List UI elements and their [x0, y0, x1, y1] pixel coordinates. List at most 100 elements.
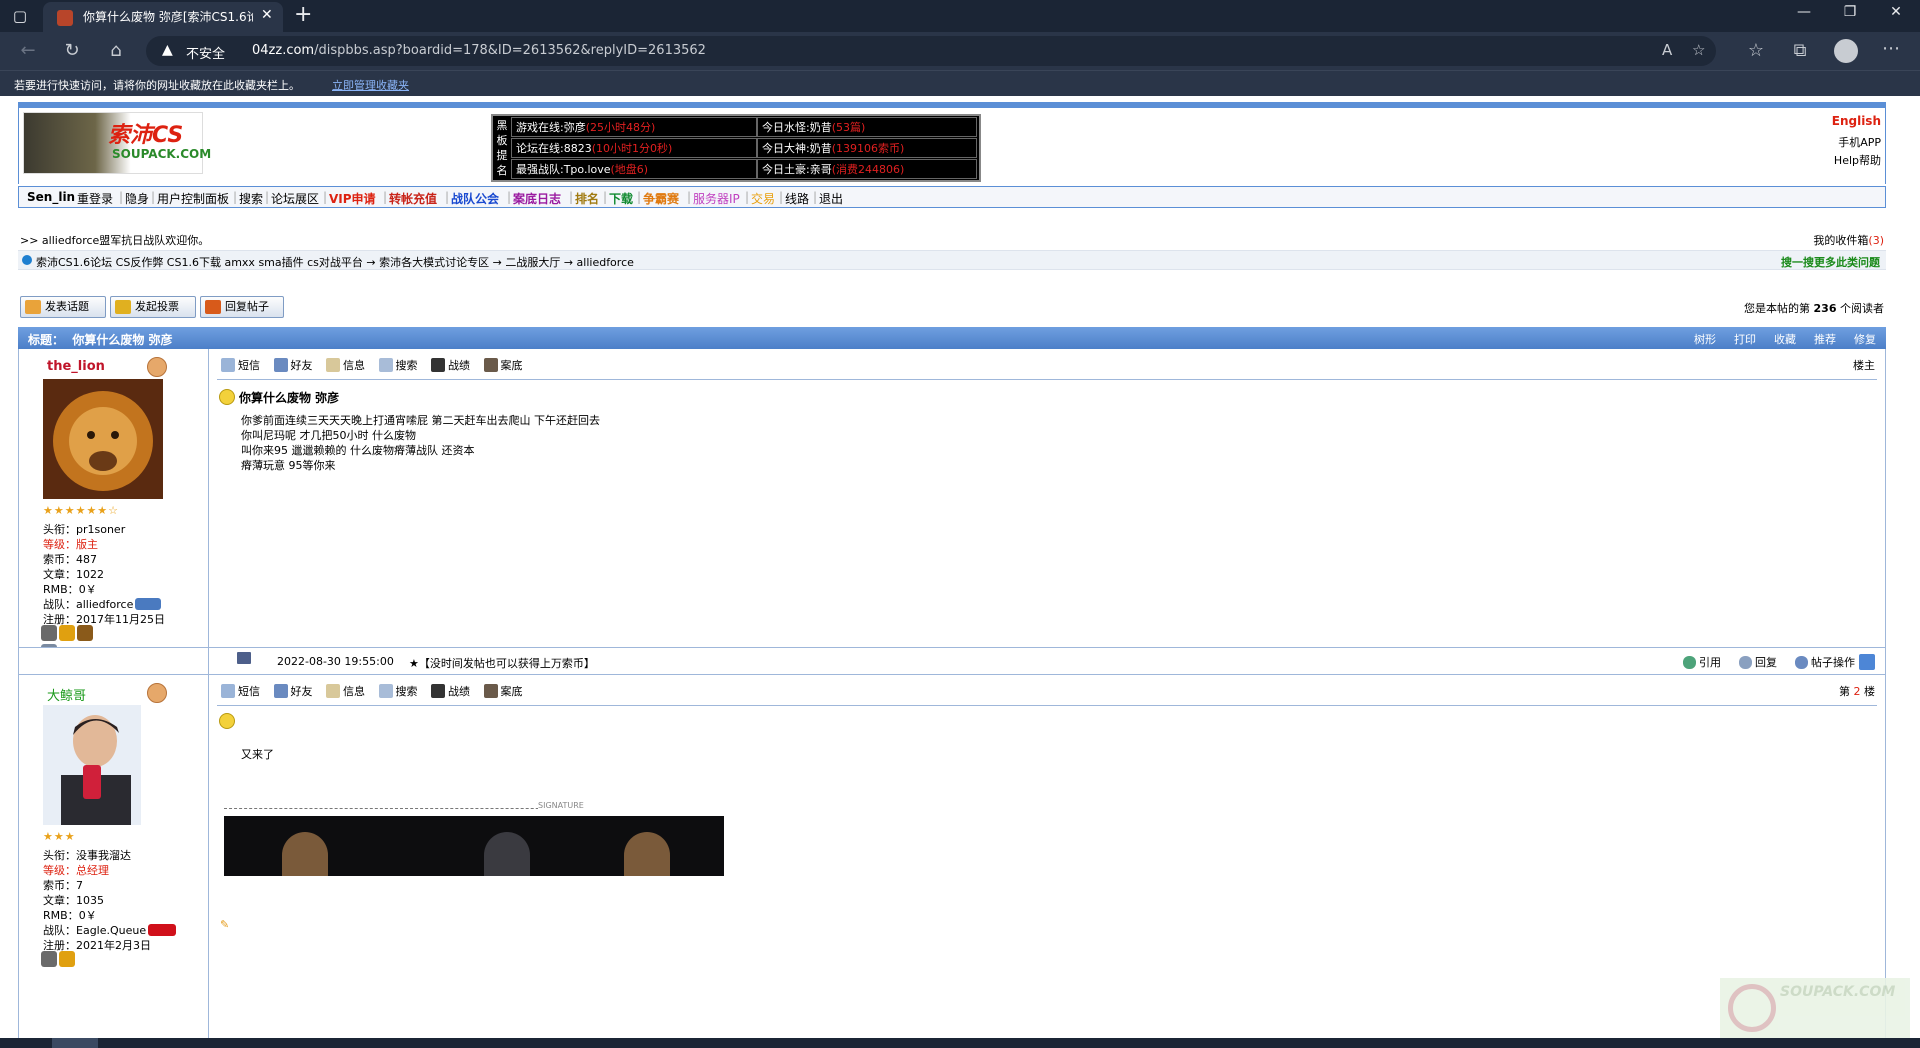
print-link[interactable]: 打印 [1734, 333, 1756, 346]
refresh-icon[interactable]: ↻ [60, 40, 84, 62]
url-text[interactable]: 04zz.com/dispbbs.asp?boardid=178&ID=2613… [252, 43, 706, 58]
post-2-post-count: 文章：1035 [43, 894, 104, 907]
tab-actions-icon[interactable]: ▢ [8, 6, 32, 26]
more-menu-icon[interactable]: ⋯ [1882, 38, 1900, 59]
post-2-medals [41, 951, 111, 979]
signature-figure [624, 832, 670, 876]
breadcrumb-arrow-icon [22, 255, 32, 265]
site-favicon-icon [57, 10, 73, 26]
taskbar-item[interactable] [52, 1038, 98, 1048]
signature-figure [484, 832, 530, 876]
medal-icon[interactable] [41, 951, 57, 967]
manage-favorites-link[interactable]: 立即管理收藏夹 [332, 77, 409, 93]
new-topic-button[interactable]: 发表话题 [20, 296, 106, 318]
post-actions-button[interactable]: 帖子操作 [1795, 654, 1855, 670]
quote-button[interactable]: 引用 [1683, 654, 1721, 670]
site-logo[interactable]: 索沛CS SOUPACK.COM [23, 112, 211, 174]
quote-icon [1683, 656, 1696, 669]
minimize-icon[interactable]: — [1794, 4, 1814, 20]
post-1-avatar[interactable] [43, 379, 163, 499]
menu-hide[interactable]: 隐身 [125, 190, 149, 207]
post-1-coins: 索币：487 [43, 553, 97, 566]
address-bar[interactable]: ▲ 不安全 04zz.com/dispbbs.asp?boardid=178&I… [146, 36, 1716, 66]
restore-icon[interactable]: ❐ [1840, 4, 1860, 20]
post-2-avatar[interactable] [43, 705, 163, 825]
english-link[interactable]: English [1832, 114, 1881, 128]
post-1-level: 等级：版主 [43, 538, 98, 551]
reply-button[interactable]: 回复 [1739, 654, 1777, 670]
menu-separator: | [151, 190, 156, 204]
signature-divider [224, 808, 584, 809]
menu-separator: | [119, 190, 124, 204]
tree-view-link[interactable]: 树形 [1694, 333, 1716, 346]
menu-relogin[interactable]: 重登录 [77, 190, 113, 207]
help-link[interactable]: Help帮助 [1834, 152, 1881, 168]
post-1-username[interactable]: the_lion [47, 359, 105, 374]
team-flag-icon [148, 924, 177, 936]
back-to-top-icon[interactable] [1859, 654, 1875, 670]
post-2-level: 等级：总经理 [43, 864, 109, 877]
favbar-message: 若要进行快速访问，请将你的网址收藏放在此收藏夹栏上。 [14, 79, 300, 92]
taskbar-strip [0, 1038, 1920, 1048]
security-label[interactable]: 不安全 [186, 43, 225, 62]
collections-icon[interactable]: ⧉ [1788, 40, 1812, 62]
watermark-logo-icon [1728, 984, 1776, 1032]
favorites-icon[interactable]: ☆ [1744, 40, 1768, 62]
medal-icon[interactable] [59, 625, 75, 641]
topic-title: 标题： 你算什么废物 弥彦 [28, 333, 173, 347]
post-1-author-panel: the_lion ★★★★★★☆ 头衔：pr1soner 等级：版主 索币：48… [19, 349, 209, 660]
inbox-link[interactable]: 我的收件箱(3) [1813, 232, 1884, 248]
post-1-footer-left [19, 648, 209, 674]
new-topic-icon [25, 300, 41, 314]
close-window-icon[interactable]: ✕ [1886, 4, 1906, 20]
signature-figure [282, 832, 328, 876]
browser-tab-bar: ▢ 你算什么废物 弥彦[索沛CS1.6论坛] ✕ + — ❐ ✕ [0, 0, 1920, 32]
post-2-signature: ✎ SIGNATURE [208, 96, 828, 1038]
medal-icon[interactable] [77, 625, 93, 641]
post-2-coins: 索币：7 [43, 879, 83, 892]
reader-count: 您是本帖的第 236 个阅读者 [1744, 302, 1884, 315]
post-2-author-panel: 大鲸哥 ★★★ 头衔：没事我溜达 等级：总经理 索币：7 文章：1035 RMB… [19, 675, 209, 1038]
post-2-floor: 第 2 楼 [1839, 685, 1875, 698]
forum-page: 索沛CS SOUPACK.COM 黑板提名 游戏在线:弥彦(25小时48分) 今… [0, 96, 1920, 1038]
post-1-post-count: 文章：1022 [43, 568, 104, 581]
medal-icon[interactable] [59, 951, 75, 967]
post-1-rank-stars: ★★★★★★☆ [43, 504, 120, 517]
search-similar-link[interactable]: 搜一搜更多此类问题 [1781, 254, 1880, 270]
mobile-app-link[interactable]: 手机APP [1838, 134, 1881, 150]
menu-username[interactable]: Sen_lin [27, 190, 75, 204]
signature-image [224, 816, 724, 876]
browser-nav-bar: ← ↻ ⌂ ▲ 不安全 04zz.com/dispbbs.asp?boardid… [0, 32, 1920, 70]
tab-close-icon[interactable]: ✕ [261, 7, 273, 23]
user-gender-icon [147, 357, 167, 377]
home-icon[interactable]: ⌂ [104, 40, 128, 62]
post-2-rmb: RMB：0￥ [43, 909, 97, 922]
signature-label: SIGNATURE [538, 801, 584, 810]
browser-tab-active[interactable]: 你算什么废物 弥彦[索沛CS1.6论坛] ✕ [43, 2, 283, 32]
url-path: /dispbbs.asp?boardid=178&ID=2613562&repl… [314, 43, 706, 58]
back-icon[interactable]: ← [16, 40, 40, 62]
post-1-floor: 楼主 [1853, 359, 1875, 372]
recommend-link[interactable]: 推荐 [1814, 333, 1836, 346]
user-gender-icon [147, 683, 167, 703]
favorite-link[interactable]: 收藏 [1774, 333, 1796, 346]
post-2-username[interactable]: 大鲸哥 [47, 685, 86, 704]
site-watermark: SOUPACK.COM [1720, 978, 1910, 1038]
reply-icon [1739, 656, 1752, 669]
post-1-team: 战队：alliedforce [43, 596, 163, 612]
medal-icon[interactable] [41, 625, 57, 641]
new-tab-icon[interactable]: + [294, 2, 312, 27]
post-2-title: 头衔：没事我溜达 [43, 849, 131, 862]
url-domain: 04zz.com [252, 43, 315, 58]
topic-tools: 树形 打印 收藏 推荐 修复 [1676, 331, 1876, 347]
add-favorite-icon[interactable]: ☆ [1692, 41, 1705, 59]
post-actions-icon [1795, 656, 1808, 669]
post-1-title: 头衔：pr1soner [43, 523, 126, 536]
read-aloud-icon[interactable]: A [1662, 41, 1672, 59]
team-flag-icon [135, 598, 162, 610]
new-vote-button[interactable]: 发起投票 [110, 296, 196, 318]
profile-avatar-icon[interactable] [1834, 39, 1858, 63]
repair-link[interactable]: 修复 [1854, 333, 1876, 346]
tab-title: 你算什么废物 弥彦[索沛CS1.6论坛] [83, 10, 253, 24]
welcome-message: >> alliedforce盟军抗日战队欢迎你。 [20, 234, 210, 247]
